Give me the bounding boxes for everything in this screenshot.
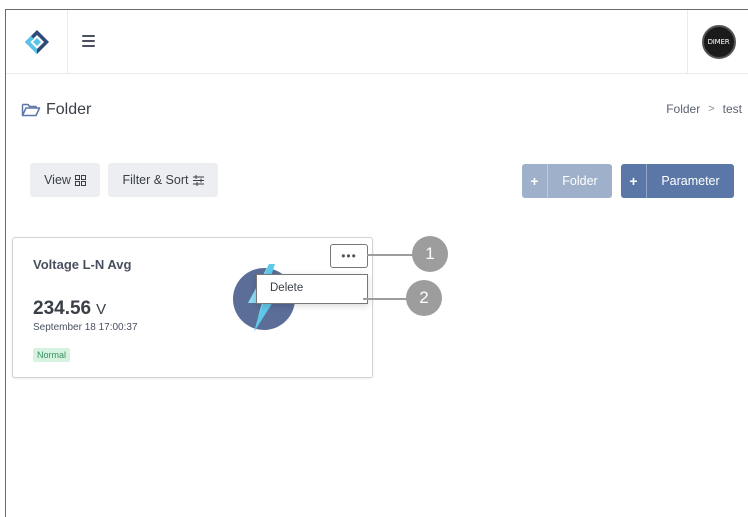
logo[interactable]: [6, 10, 68, 74]
add-parameter-button-label: Parameter: [661, 174, 720, 188]
breadcrumb-item-current: test: [722, 102, 742, 116]
filter-sort-button-label: Filter & Sort: [122, 173, 189, 187]
view-button[interactable]: View: [30, 163, 100, 197]
callout-line-1: [367, 254, 413, 256]
breadcrumb-separator: >: [708, 103, 715, 115]
avatar[interactable]: DIMER: [701, 25, 736, 59]
card-title: Voltage L-N Avg: [33, 257, 132, 272]
add-parameter-button[interactable]: + Parameter: [621, 164, 734, 198]
view-button-label: View: [44, 173, 71, 187]
breadcrumb-item-folder[interactable]: Folder: [666, 102, 700, 116]
more-options-button[interactable]: •••: [330, 244, 368, 268]
breadcrumb: Folder > test: [666, 102, 742, 116]
card-value-unit: V: [96, 301, 107, 318]
callout-2: 2: [406, 280, 442, 316]
add-folder-button[interactable]: + Folder: [522, 164, 612, 198]
parameter-card[interactable]: Voltage L-N Avg 234.56 V September 18 17…: [12, 237, 373, 378]
card-value: 234.56 V: [33, 298, 106, 320]
page-title: Folder: [21, 101, 91, 119]
card-timestamp: September 18 17:00:37: [33, 322, 138, 333]
app-logo-icon: [24, 30, 49, 54]
plus-icon: +: [621, 164, 647, 198]
sliders-icon: [192, 174, 204, 186]
folder-icon: [21, 103, 41, 117]
grid-icon: [74, 174, 86, 186]
card-value-number: 234.56: [33, 298, 92, 319]
filter-sort-button[interactable]: Filter & Sort: [108, 163, 218, 197]
menu-item-delete[interactable]: Delete: [257, 275, 367, 302]
top-bar: DIMER: [6, 10, 748, 74]
plus-icon: +: [522, 164, 548, 198]
callout-1: 1: [412, 236, 448, 272]
card-options-menu: Delete: [256, 274, 368, 304]
hamburger-menu-icon[interactable]: [82, 32, 100, 50]
user-menu[interactable]: DIMER: [687, 10, 748, 74]
add-folder-button-label: Folder: [562, 174, 598, 188]
app-window: DIMER Folder Folder > test View Filter &…: [5, 9, 748, 517]
callout-line-2: [363, 298, 409, 300]
page-title-text: Folder: [46, 101, 92, 118]
status-badge: Normal: [33, 348, 71, 362]
